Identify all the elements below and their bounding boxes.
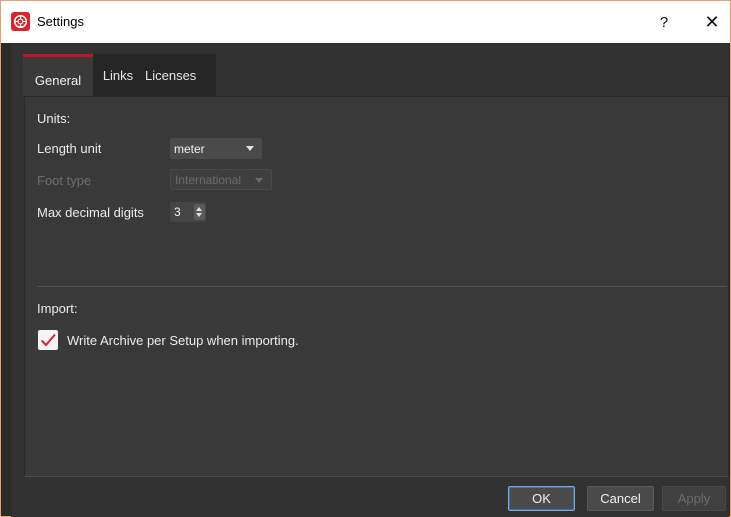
tab-licenses[interactable]: Licenses <box>143 54 216 97</box>
tab-general[interactable]: General <box>23 54 93 97</box>
length-unit-label: Length unit <box>37 141 102 156</box>
cancel-button[interactable]: Cancel <box>587 486 654 511</box>
write-archive-checkbox[interactable] <box>38 330 58 350</box>
chevron-down-icon <box>246 146 254 151</box>
write-archive-label[interactable]: Write Archive per Setup when importing. <box>67 333 299 348</box>
tab-bar: General Links Licenses <box>23 54 216 97</box>
close-button[interactable]: ✕ <box>697 9 727 35</box>
spin-arrows-icon[interactable] <box>194 204 205 220</box>
general-tab-panel: Units: Length unit meter Foot type Inter… <box>24 96 729 477</box>
checkmark-icon <box>40 333 56 347</box>
app-logo-icon <box>11 12 30 31</box>
max-decimal-spinbox[interactable]: 3 <box>170 202 206 222</box>
settings-dialog: Settings ? ✕ General Links Licenses Unit… <box>0 0 731 517</box>
max-decimal-value: 3 <box>174 205 181 219</box>
foot-type-label: Foot type <box>37 173 92 188</box>
dialog-client-area: General Links Licenses Units: Length uni… <box>11 43 729 517</box>
section-divider <box>37 286 727 287</box>
length-unit-select[interactable]: meter <box>170 138 262 159</box>
max-decimal-label: Max decimal digits <box>37 205 144 220</box>
tab-links[interactable]: Links <box>93 54 143 97</box>
foot-type-select[interactable]: International <box>170 169 272 190</box>
length-unit-value: meter <box>174 141 205 156</box>
apply-button[interactable]: Apply <box>662 486 726 511</box>
title-bar: Settings ? ✕ <box>1 1 730 43</box>
foot-type-value: International <box>175 172 242 187</box>
units-heading: Units: <box>37 111 71 126</box>
window-title: Settings <box>37 14 84 29</box>
help-button[interactable]: ? <box>649 9 679 35</box>
ok-button[interactable]: OK <box>508 486 575 511</box>
chevron-down-icon <box>255 178 263 183</box>
import-heading: Import: <box>37 301 78 316</box>
